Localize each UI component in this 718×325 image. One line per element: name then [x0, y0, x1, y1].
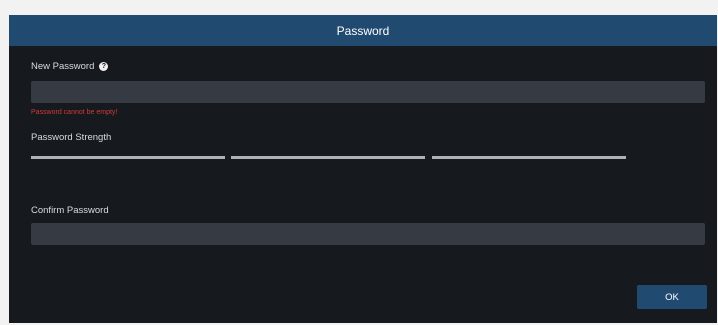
question-circle-icon[interactable]: ? — [99, 62, 109, 71]
confirm-password-label: Confirm Password — [31, 205, 109, 216]
ok-button[interactable]: OK — [637, 285, 707, 309]
confirm-password-label-text: Confirm Password — [31, 205, 109, 216]
strength-bar-segment-3 — [432, 156, 626, 159]
password-strength-label-text: Password Strength — [31, 132, 112, 143]
password-dialog: Password New Password ? Password cannot … — [9, 15, 717, 323]
new-password-label: New Password ? — [31, 61, 109, 72]
dialog-title-bar: Password — [9, 15, 717, 46]
strength-bar-segment-2 — [231, 156, 425, 159]
new-password-label-text: New Password — [31, 61, 95, 72]
password-error-message: Password cannot be empty! — [31, 109, 118, 116]
new-password-input[interactable] — [31, 81, 705, 103]
password-strength-label: Password Strength — [31, 132, 111, 143]
confirm-password-input[interactable] — [31, 223, 705, 245]
dialog-title: Password — [336, 23, 390, 38]
strength-bar-segment-1 — [31, 156, 225, 159]
